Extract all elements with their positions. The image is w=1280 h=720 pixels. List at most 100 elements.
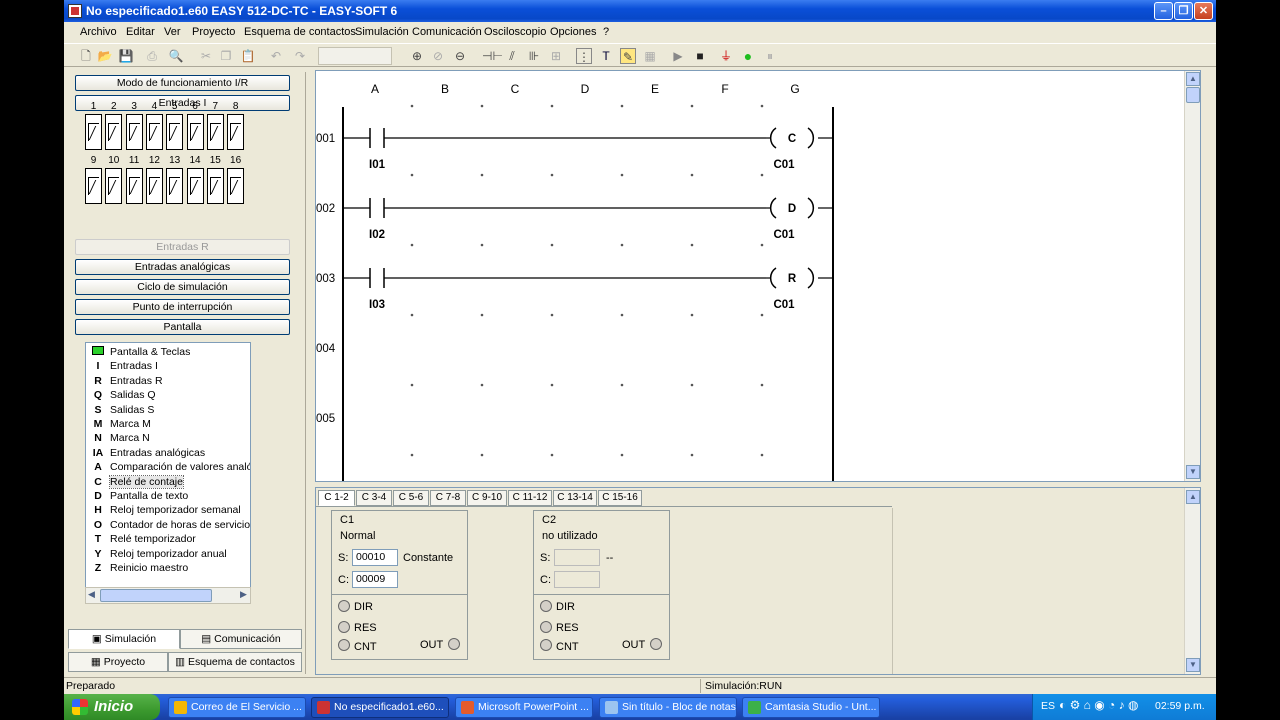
res-led[interactable] [540,621,552,633]
setpoint-field[interactable] [554,549,600,566]
menu-proyecto[interactable]: Proyecto [192,26,235,38]
coil-arc-left[interactable] [769,127,777,149]
menu-ver[interactable]: Ver [164,26,181,38]
inputs-r-button[interactable]: Entradas R [75,239,290,255]
res-led[interactable] [338,621,350,633]
redo-icon[interactable]: ↷ [292,48,308,64]
new-file-icon[interactable]: 🗋 [78,48,94,64]
tab-simulacion[interactable]: ▣ Simulación [68,629,180,649]
setpoint-field[interactable]: 00010 [352,549,398,566]
menu-simulacion[interactable]: Simulación [355,26,409,38]
text-icon[interactable]: T [598,48,614,64]
input-switch[interactable] [206,168,224,204]
title-bar[interactable]: No especificado1.e60 EASY 512-DC-TC - EA… [64,0,1216,22]
zoom-fit-icon[interactable]: ⊘ [430,48,446,64]
tree-horizontal-scrollbar[interactable]: ◀ ▶ [85,587,251,604]
coil-arc-right[interactable] [807,127,815,149]
close-button[interactable]: ✕ [1194,2,1213,20]
function-block-icon[interactable]: ⊞ [548,48,564,64]
pause-icon[interactable]: ⏸ [762,48,778,64]
menu-esquema[interactable]: Esquema de contactos [244,26,356,38]
task-notepad[interactable]: Sin título - Bloc de notas [599,697,737,718]
task-camtasia[interactable]: Camtasia Studio - Unt... [742,697,880,718]
tree-item[interactable]: M Marca M [90,418,151,432]
counter-vertical-scrollbar[interactable]: ▲ ▼ [1184,488,1200,674]
counter-value-field[interactable]: 00009 [352,571,398,588]
input-switch[interactable] [227,168,245,204]
scroll-right-icon[interactable]: ▶ [240,589,247,600]
menu-archivo[interactable]: Archivo [80,26,117,38]
menu-help[interactable]: ? [603,26,609,38]
scroll-up-icon[interactable]: ▲ [1186,72,1200,86]
task-powerpoint[interactable]: Microsoft PowerPoint ... [455,697,593,718]
maximize-button[interactable]: ❐ [1174,2,1193,20]
menu-comunicacion[interactable]: Comunicación [412,26,482,38]
display-tree[interactable]: Pantalla & Teclas I Entradas I R Entradas R Q… [85,342,251,604]
menu-opciones[interactable]: Opciones [550,26,596,38]
scroll-down-icon[interactable]: ▼ [1186,658,1200,672]
task-easysoft[interactable]: No especificado1.e60... [311,697,449,718]
tree-item[interactable]: IA Entradas analógicas [90,447,205,461]
tree-item[interactable]: N Marca N [90,432,149,446]
breakpoint-button[interactable]: Punto de interrupción [75,299,290,315]
cut-icon[interactable]: ✂ [198,48,214,64]
print-icon[interactable]: ⎙ [144,48,160,64]
start-button[interactable]: Inicio [64,694,160,720]
tree-item[interactable]: T Relé temporizador [90,533,196,547]
menu-editar[interactable]: Editar [126,26,155,38]
paste-icon[interactable]: 📋 [240,48,256,64]
oscilloscope-icon[interactable]: ⏚ [718,48,734,64]
zoom-combo[interactable] [318,47,392,65]
contact-no-icon[interactable]: ⊣⊢ [482,48,503,64]
dir-led[interactable] [540,600,552,612]
tree-item[interactable]: R Entradas R [90,375,162,389]
zoom-out-icon[interactable]: ⊖ [452,48,468,64]
input-switch[interactable] [125,114,143,150]
input-switch[interactable] [105,168,123,204]
analog-inputs-button[interactable]: Entradas analógicas [75,259,290,275]
coil-arc-left[interactable] [769,197,777,219]
tree-item[interactable]: Q Salidas Q [90,389,156,403]
coil-arc-right[interactable] [807,267,815,289]
tree-item[interactable]: Pantalla & Teclas [90,346,190,360]
menu-osciloscopio[interactable]: Osciloscopio [484,26,546,38]
tree-item[interactable]: D Pantalla de texto [90,490,188,504]
input-switch[interactable] [186,114,204,150]
print-preview-icon[interactable]: 🔍 [168,48,184,64]
input-switch[interactable] [166,168,184,204]
grid-icon[interactable]: ⋮ [576,48,592,64]
tree-item[interactable]: Z Reinicio maestro [90,562,188,576]
task-correo[interactable]: Correo de El Servicio ... [168,697,306,718]
tree-item[interactable]: C Relé de contaje [90,474,184,490]
app-icon[interactable] [68,4,82,18]
cnt-led[interactable] [540,639,552,651]
tree-item[interactable]: Y Reloj temporizador anual [90,548,226,562]
counter-value-field[interactable] [554,571,600,588]
tree-item[interactable]: O Contador de horas de servicio [90,519,250,533]
scroll-left-icon[interactable]: ◀ [88,589,95,600]
input-switch[interactable] [227,114,245,150]
scroll-down-icon[interactable]: ▼ [1186,465,1200,479]
highlight-icon[interactable]: ✎ [620,48,636,64]
cnt-led[interactable] [338,639,350,651]
language-indicator[interactable]: ES [1041,700,1055,712]
tree-item[interactable]: I Entradas I [90,360,158,374]
coil-arc-right[interactable] [807,197,815,219]
tray-icons[interactable]: ◐ ⚙ ⌂ ◉ ◔ ♪ ◍ [1059,698,1138,712]
stop-icon[interactable]: ■ [692,48,708,64]
input-switch[interactable] [85,114,102,150]
input-switch[interactable] [105,114,123,150]
contact-nc-icon[interactable]: ⫽ [504,48,520,64]
input-switch[interactable] [85,168,102,204]
open-folder-icon[interactable]: 📂 [97,48,113,64]
minimize-button[interactable]: – [1154,2,1173,20]
tree-item[interactable]: H Reloj temporizador semanal [90,504,241,518]
sim-cycle-button[interactable]: Ciclo de simulación [75,279,290,295]
undo-icon[interactable]: ↶ [268,48,284,64]
tab-esquema[interactable]: ▥ Esquema de contactos [168,652,302,672]
coil-arc-left[interactable] [769,267,777,289]
input-switch[interactable] [125,168,143,204]
input-switch[interactable] [145,168,163,204]
input-switch[interactable] [206,114,224,150]
scroll-thumb[interactable] [1186,87,1200,103]
